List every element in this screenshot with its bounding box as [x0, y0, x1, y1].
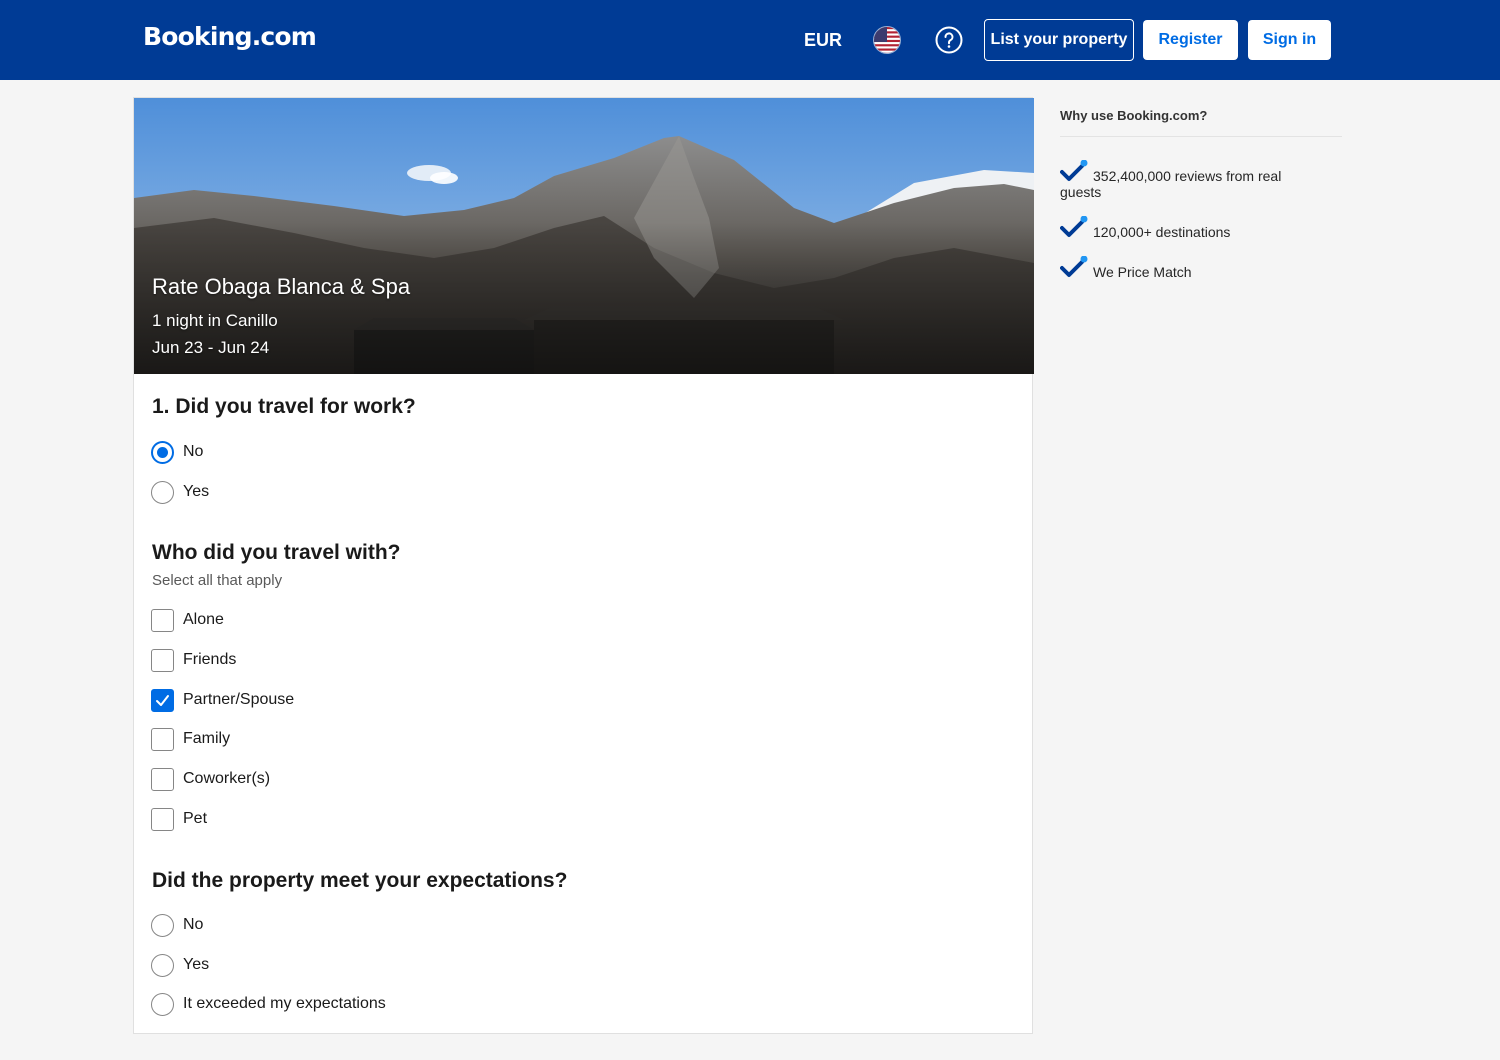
radio-option-expect-yes[interactable]: Yes: [151, 953, 209, 977]
option-label: Pet: [183, 810, 208, 827]
radio-button[interactable]: [151, 440, 174, 464]
checkmark-icon: [1060, 216, 1088, 237]
benefit-price-match: We Price Match: [1060, 256, 1320, 280]
booking-logo[interactable]: Booking.com: [143, 22, 317, 51]
question-circle-icon[interactable]: [935, 26, 963, 54]
option-label: Partner/Spouse: [183, 691, 295, 708]
question-hint: Select all that apply: [152, 572, 283, 589]
divider: [1060, 136, 1342, 137]
radio-button[interactable]: [151, 480, 174, 504]
register-button[interactable]: Register: [1143, 20, 1238, 60]
checkmark-icon: [1060, 160, 1088, 181]
question-expectations: Did the property meet your expectations?: [152, 869, 568, 892]
stay-dates: Jun 23 - Jun 24: [152, 338, 270, 357]
benefit-text: 352,400,000 reviews from real guests: [1060, 168, 1282, 200]
us-flag-icon[interactable]: [873, 26, 901, 54]
radio-option-expect-no[interactable]: No: [151, 913, 203, 937]
checkmark-icon: [1060, 256, 1088, 277]
radio-button[interactable]: [151, 992, 174, 1016]
sign-in-button[interactable]: Sign in: [1248, 20, 1331, 60]
checkmark-icon: [156, 694, 169, 706]
checkbox[interactable]: [151, 688, 174, 712]
benefit-text: 120,000+ destinations: [1093, 224, 1231, 240]
list-your-property-button[interactable]: List your property: [984, 19, 1134, 61]
stay-nights: 1 night in Canillo: [152, 311, 278, 330]
radio-button[interactable]: [151, 913, 174, 937]
option-label: It exceeded my expectations: [183, 995, 386, 1012]
checkbox[interactable]: [151, 807, 174, 831]
why-booking-sidebar: Why use Booking.com? 352,400,000 reviews…: [1045, 97, 1342, 1057]
radio-option-expect-exceeded[interactable]: It exceeded my expectations: [151, 992, 386, 1016]
property-title: Rate Obaga Blanca & Spa: [152, 274, 411, 299]
checkbox-option-alone[interactable]: Alone: [151, 608, 224, 632]
checkbox[interactable]: [151, 608, 174, 632]
option-label: Friends: [183, 651, 237, 668]
checkbox-option-friends[interactable]: Friends: [151, 648, 236, 672]
checkbox-option-family[interactable]: Family: [151, 727, 230, 751]
option-label: Coworker(s): [183, 770, 271, 787]
checkbox[interactable]: [151, 767, 174, 791]
radio-option-work-yes[interactable]: Yes: [151, 480, 209, 504]
checkbox-option-partner-spouse[interactable]: Partner/Spouse: [151, 688, 294, 712]
option-label: Yes: [183, 483, 210, 500]
currency-selector[interactable]: EUR: [804, 30, 842, 51]
benefit-reviews: 352,400,000 reviews from real guests: [1060, 160, 1320, 200]
question-travel-with: Who did you travel with?: [152, 541, 401, 564]
option-label: Yes: [183, 956, 210, 973]
option-label: Family: [183, 730, 231, 747]
top-header: Booking.com EUR List your property Regis…: [0, 0, 1500, 80]
sidebar-title: Why use Booking.com?: [1060, 108, 1208, 123]
property-hero-image: Rate Obaga Blanca & Spa 1 night in Canil…: [134, 98, 1034, 374]
option-label: Alone: [183, 611, 224, 628]
radio-button[interactable]: [151, 953, 174, 977]
question-travel-for-work: 1. Did you travel for work?: [152, 395, 416, 418]
benefit-destinations: 120,000+ destinations: [1060, 216, 1320, 240]
checkbox[interactable]: [151, 648, 174, 672]
checkbox[interactable]: [151, 727, 174, 751]
checkbox-option-coworkers[interactable]: Coworker(s): [151, 767, 270, 791]
option-label: No: [183, 443, 204, 460]
benefit-text: We Price Match: [1093, 264, 1192, 280]
review-form-card: Rate Obaga Blanca & Spa 1 night in Canil…: [133, 97, 1034, 1034]
option-label: No: [183, 916, 204, 933]
radio-option-work-no[interactable]: No: [151, 440, 203, 464]
checkbox-option-pet[interactable]: Pet: [151, 807, 207, 831]
